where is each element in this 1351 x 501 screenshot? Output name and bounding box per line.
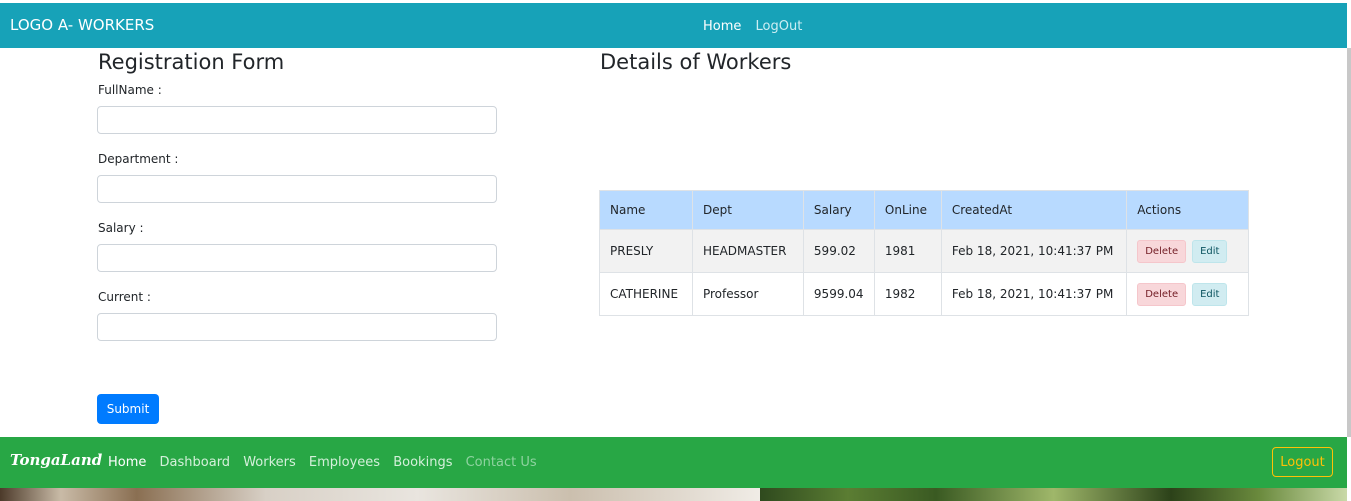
current-label: Current : (98, 290, 151, 304)
fullname-label: FullName : (98, 83, 162, 97)
cell-online: 1982 (873, 272, 942, 316)
footer-navbar: TongaLand Home Dashboard Workers Employe… (0, 437, 1347, 488)
cell-salary: 9599.04 (802, 272, 875, 316)
delete-button[interactable]: Delete (1137, 282, 1187, 306)
footer-logo[interactable]: TongaLand (10, 451, 102, 469)
brand-logo[interactable]: LOGO A- WORKERS (10, 16, 154, 34)
column-header-actions: Actions (1126, 190, 1249, 230)
top-nav-links: Home LogOut (703, 19, 812, 34)
background-photo-left (0, 488, 760, 501)
footer-nav-dashboard[interactable]: Dashboard (160, 455, 231, 470)
cell-created: Feb 18, 2021, 10:41:37 PM (940, 272, 1128, 316)
department-input[interactable] (97, 175, 497, 203)
footer-nav-contact-us[interactable]: Contact Us (466, 455, 537, 470)
table-header-row: Name Dept Salary OnLine CreatedAt Action… (599, 190, 1249, 230)
cell-name: PRESLY (599, 229, 693, 273)
fullname-input[interactable] (97, 106, 497, 134)
footer-nav-employees[interactable]: Employees (309, 455, 380, 470)
nav-logout-link[interactable]: LogOut (756, 19, 803, 34)
footer-logout-button[interactable]: Logout (1272, 447, 1333, 477)
details-title: Details of Workers (600, 50, 792, 74)
background-photo-right (760, 488, 1347, 501)
cell-dept: Professor (691, 272, 804, 316)
cell-online: 1981 (873, 229, 942, 273)
current-input[interactable] (97, 313, 497, 341)
workers-table: Name Dept Salary OnLine CreatedAt Action… (599, 190, 1249, 316)
cell-actions: Delete Edit (1126, 229, 1249, 273)
table-row: CATHERINE Professor 9599.04 1982 Feb 18,… (599, 272, 1249, 316)
column-header-dept: Dept (691, 190, 804, 230)
edit-button[interactable]: Edit (1192, 282, 1228, 306)
footer-nav-home[interactable]: Home (108, 455, 146, 470)
column-header-online: OnLine (873, 190, 942, 230)
cell-created: Feb 18, 2021, 10:41:37 PM (940, 229, 1128, 273)
background-photo (0, 488, 1347, 501)
edit-button[interactable]: Edit (1192, 239, 1228, 263)
top-navbar: LOGO A- WORKERS Home LogOut (0, 3, 1347, 48)
salary-input[interactable] (97, 244, 497, 272)
salary-label: Salary : (98, 221, 144, 235)
registration-form-title: Registration Form (98, 50, 285, 74)
table-row: PRESLY HEADMASTER 599.02 1981 Feb 18, 20… (599, 229, 1249, 273)
department-label: Department : (98, 152, 179, 166)
footer-nav-bookings[interactable]: Bookings (393, 455, 452, 470)
cell-dept: HEADMASTER (691, 229, 804, 273)
cell-actions: Delete Edit (1126, 272, 1249, 316)
column-header-name: Name (599, 190, 693, 230)
cell-salary: 599.02 (802, 229, 875, 273)
submit-button[interactable]: Submit (97, 394, 159, 424)
page-scrollbar[interactable] (1347, 48, 1351, 437)
cell-name: CATHERINE (599, 272, 693, 316)
delete-button[interactable]: Delete (1137, 239, 1187, 263)
column-header-salary: Salary (802, 190, 875, 230)
column-header-createdat: CreatedAt (940, 190, 1128, 230)
footer-nav-workers[interactable]: Workers (243, 455, 296, 470)
footer-nav-links: Home Dashboard Workers Employees Booking… (108, 455, 546, 470)
nav-home-link[interactable]: Home (703, 19, 741, 34)
